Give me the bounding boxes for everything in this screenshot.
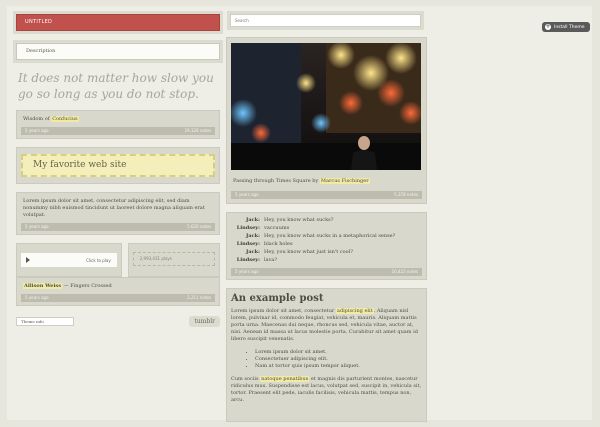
audio-player-card: Click to play	[16, 243, 122, 277]
chat-line: Jack: Hey, you know what sucks?	[231, 216, 422, 224]
list-item: Lorem ipsum dolor sit amet.	[255, 349, 422, 356]
plus-circle-icon: +	[545, 23, 551, 30]
text-meta-time[interactable]: 5 years ago	[25, 223, 49, 231]
post-text: Lorem ipsum dolor sit amet, consectetur	[231, 308, 336, 314]
chat-meta-time[interactable]: 5 years ago	[235, 268, 259, 276]
quote-source: Wisdom of Confucius	[21, 114, 215, 127]
theme-info-input[interactable]: Theme info	[16, 317, 74, 326]
text-post-meta: 5 years ago 5,626 notes	[21, 223, 215, 231]
left-column: UNTITLED Description It does not matter …	[16, 14, 220, 327]
photo-meta-time[interactable]: 5 years ago	[235, 191, 259, 199]
search-input[interactable]: Search	[230, 14, 421, 27]
tumblr-logo[interactable]: tumblr	[189, 316, 220, 327]
audio-post: Allison Weiss — Fingers Crossed 5 years …	[16, 277, 220, 306]
photo-times-square[interactable]	[231, 43, 421, 170]
install-theme-label: Install Theme	[554, 24, 585, 30]
chat-meta-notes[interactable]: 10,422 notes	[392, 268, 418, 276]
photo-post: Passing through Times Square by Marcus F…	[226, 37, 427, 204]
chat-text: Hey, you know what sucks in a metaphoric…	[264, 233, 396, 239]
quote-source-link[interactable]: Confucius	[51, 116, 79, 122]
link-post-title[interactable]: My favorite web site	[21, 154, 215, 177]
photo-caption: Passing through Times Square by Marcus F…	[231, 170, 422, 191]
quote-text: It does not matter how slow you go so lo…	[18, 71, 214, 101]
chat-text: Hey, you know what just isn't cool?	[264, 249, 353, 255]
quote-source-prefix: Wisdom of	[23, 116, 52, 122]
middle-column: Search Passing through Times Square by M…	[226, 14, 427, 422]
post-paragraph: Cum sociis natoque penatibus et magnis d…	[231, 376, 422, 404]
chat-speaker: Jack:	[246, 249, 260, 255]
chat-text: lava?	[264, 257, 278, 263]
chat-speaker: Jack:	[246, 217, 260, 223]
quote-post: Wisdom of Confucius 5 years ago 19,126 n…	[16, 110, 220, 139]
audio-track: — Fingers Crossed	[62, 283, 112, 289]
chat-line: Lindsey: vaccuums	[231, 224, 422, 232]
text-post: Lorem ipsum dolor sit amet, consectetur …	[16, 192, 220, 235]
quote-meta-notes[interactable]: 19,126 notes	[185, 127, 211, 135]
audio-meta: 5 years ago 2,211 notes	[21, 294, 215, 302]
blog-description: Description	[16, 43, 220, 60]
photo-caption-prefix: Passing through Times Square by	[233, 178, 320, 184]
chat-line: Lindsey: black holes	[231, 240, 422, 248]
blog-title[interactable]: UNTITLED	[16, 14, 220, 31]
chat-text: Hey, you know what sucks?	[264, 217, 334, 223]
link-post: My favorite web site	[16, 147, 220, 184]
chat-speaker: Lindsey:	[236, 241, 260, 247]
audio-plays-card: 2,993,431 plays	[127, 243, 220, 277]
list-item: Consectetuer adipiscing elit.	[255, 356, 422, 363]
list-item: Nam at tortor quis ipsum tempor aliquet.	[255, 363, 422, 370]
post-title[interactable]: An example post	[231, 293, 422, 304]
text-meta-notes[interactable]: 5,626 notes	[187, 223, 211, 231]
chat-line: Jack: Hey, you know what sucks in a metap…	[231, 232, 422, 240]
photo-meta-notes[interactable]: 5,378 notes	[394, 191, 418, 199]
chat-line: Jack: Hey, you know what just isn't cool?	[231, 248, 422, 256]
text-post-body: Lorem ipsum dolor sit amet, consectetur …	[23, 198, 205, 218]
quote-meta: 5 years ago 19,126 notes	[21, 127, 215, 135]
text-post-example: An example post Lorem ipsum dolor sit am…	[226, 288, 427, 422]
post-list: Lorem ipsum dolor sit amet. Consectetuer…	[231, 349, 422, 370]
audio-artist[interactable]: Allison Weiss	[23, 283, 63, 289]
photo-meta: 5 years ago 5,378 notes	[231, 191, 422, 199]
post-link[interactable]: adipiscing elit	[335, 308, 374, 314]
chat-line: Lindsey: lava?	[231, 256, 422, 264]
post-paragraph: Lorem ipsum dolor sit amet, consectetur …	[231, 308, 422, 343]
audio-caption: Allison Weiss — Fingers Crossed	[21, 281, 215, 294]
chat-meta: 5 years ago 10,422 notes	[231, 268, 422, 276]
audio-meta-notes[interactable]: 2,211 notes	[187, 294, 211, 302]
post-text: Cum sociis	[231, 376, 261, 382]
photo-author-link[interactable]: Marcus Fischinger	[319, 178, 370, 184]
left-footer: Theme info tumblr	[16, 316, 220, 327]
chat-post: Jack: Hey, you know what sucks? Lindsey: v…	[226, 212, 427, 280]
audio-player[interactable]: Click to play	[21, 253, 117, 267]
audio-plays: 2,993,431 plays	[132, 252, 215, 266]
quote-meta-time[interactable]: 5 years ago	[25, 127, 49, 135]
chat-text: vaccuums	[264, 225, 290, 231]
chat-text: black holes	[264, 241, 293, 247]
city-night-photo	[231, 43, 421, 170]
install-theme-button[interactable]: + Install Theme	[542, 22, 590, 32]
post-link[interactable]: natoque penatibus	[260, 376, 310, 382]
audio-row: Click to play 2,993,431 plays	[16, 243, 220, 277]
chat-speaker: Lindsey:	[236, 225, 260, 231]
audio-meta-time[interactable]: 5 years ago	[25, 294, 49, 302]
play-icon[interactable]	[26, 257, 30, 263]
audio-player-label: Click to play	[86, 257, 111, 263]
chat-speaker: Jack:	[246, 233, 260, 239]
chat-speaker: Lindsey:	[236, 257, 260, 263]
